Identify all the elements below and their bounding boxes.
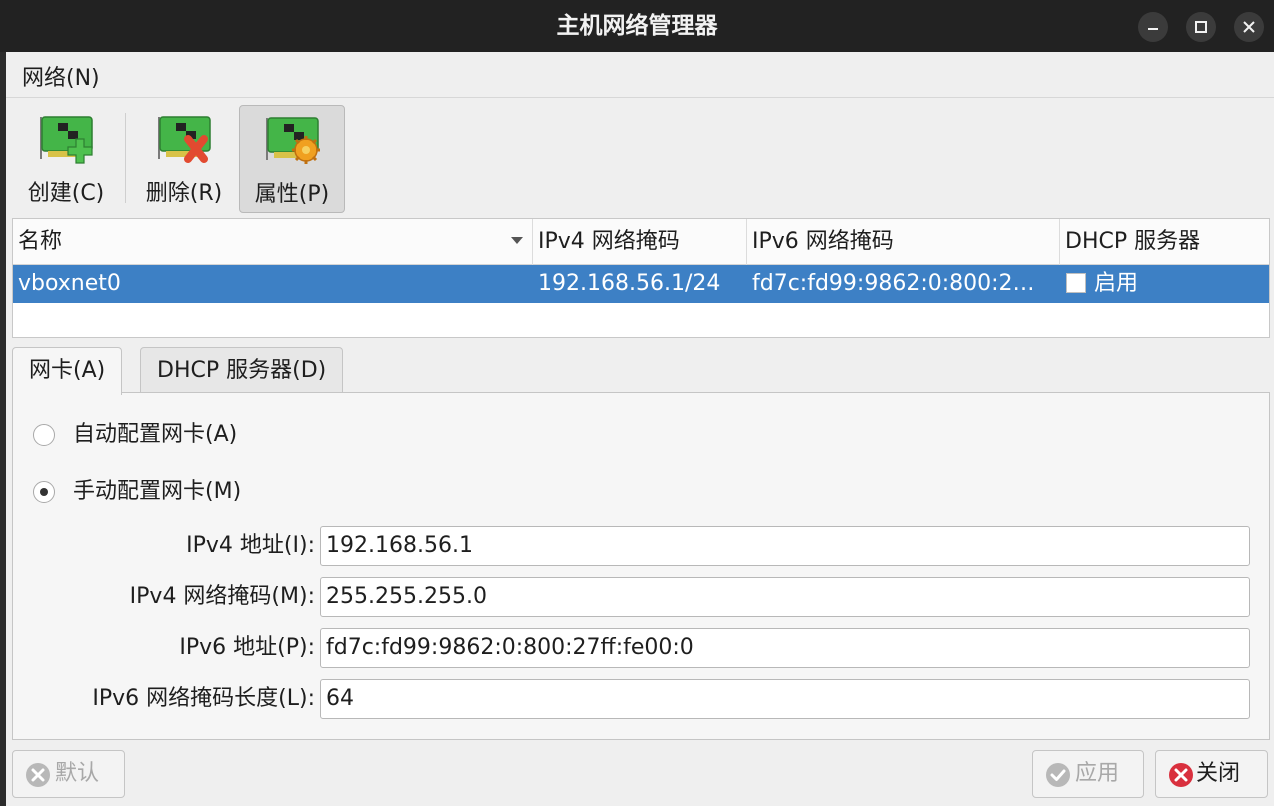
title-bar: 主机网络管理器 xyxy=(0,0,1274,52)
close-window-button[interactable] xyxy=(1234,12,1264,42)
column-header-name-label: 名称 xyxy=(18,229,63,254)
ipv6-address-input[interactable]: fd7c:fd99:9862:0:800:27ff:fe00:0 xyxy=(320,628,1250,668)
tab-adapter[interactable]: 网卡(A) xyxy=(12,347,123,395)
toolbar-separator xyxy=(125,113,126,203)
minimize-button[interactable] xyxy=(1138,12,1168,42)
column-header-ipv6-mask[interactable]: IPv6 网络掩码 xyxy=(747,219,1060,265)
column-header-dhcp[interactable]: DHCP 服务器 xyxy=(1060,219,1269,265)
table-header: 名称 IPv4 网络掩码 IPv6 网络掩码 DHCP 服务器 xyxy=(13,219,1269,265)
properties-label: 属性(P) xyxy=(254,182,330,207)
toolbar: 创建(C) 删除(R) 属性(P) xyxy=(6,99,1274,217)
ipv6-prefix-length-input[interactable]: 64 xyxy=(320,679,1250,719)
dhcp-enable-checkbox[interactable] xyxy=(1066,273,1086,293)
cell-dhcp: 启用 xyxy=(1060,265,1269,303)
minimize-icon xyxy=(1148,28,1158,30)
maximize-icon xyxy=(1195,21,1207,33)
delete-button[interactable]: 删除(R) xyxy=(134,105,234,213)
apply-label: 应用 xyxy=(1075,761,1120,786)
ipv4-mask-input[interactable]: 255.255.255.0 xyxy=(320,577,1250,617)
column-header-ipv4-mask[interactable]: IPv4 网络掩码 xyxy=(533,219,747,265)
ipv4-address-input[interactable]: 192.168.56.1 xyxy=(320,526,1250,566)
menu-bar: 网络(N) xyxy=(6,52,1274,98)
cell-ipv4-mask: 192.168.56.1/24 xyxy=(538,271,721,296)
cell-name: vboxnet0 xyxy=(18,271,121,296)
dhcp-enable-label: 启用 xyxy=(1094,271,1139,296)
adapter-panel: 自动配置网卡(A) 手动配置网卡(M) IPv4 地址(I): 192.168.… xyxy=(12,392,1270,740)
ipv6-address-label: IPv6 地址(P): xyxy=(179,635,315,660)
close-button[interactable]: 关闭 xyxy=(1155,750,1268,798)
menu-network[interactable]: 网络(N) xyxy=(22,60,100,92)
apply-button[interactable]: 应用 xyxy=(1032,750,1144,798)
table-row[interactable]: vboxnet0 192.168.56.1/24 fd7c:fd99:9862:… xyxy=(13,265,1269,303)
manual-config-radio[interactable] xyxy=(33,481,55,503)
checkmark-icon xyxy=(1046,763,1070,787)
auto-config-label: 自动配置网卡(A) xyxy=(73,422,238,447)
cancel-icon xyxy=(26,763,50,787)
network-card-settings-icon xyxy=(266,117,320,164)
tab-dhcp-server[interactable]: DHCP 服务器(D) xyxy=(140,347,344,393)
close-circle-icon xyxy=(1169,763,1193,787)
network-card-add-icon xyxy=(40,116,93,164)
reset-label: 默认 xyxy=(55,761,100,786)
network-card-remove-icon xyxy=(158,116,211,163)
delete-label: 删除(R) xyxy=(145,181,223,206)
ipv6-prefix-length-label: IPv6 网络掩码长度(L): xyxy=(92,686,315,711)
properties-button[interactable]: 属性(P) xyxy=(239,105,345,213)
manual-config-label: 手动配置网卡(M) xyxy=(73,479,242,504)
create-label: 创建(C) xyxy=(27,181,105,206)
cell-ipv6-mask: fd7c:fd99:9862:0:800:2… xyxy=(752,271,1035,296)
network-table: 名称 IPv4 网络掩码 IPv6 网络掩码 DHCP 服务器 vboxnet0… xyxy=(12,218,1270,338)
ipv4-address-label: IPv4 地址(I): xyxy=(186,533,315,558)
auto-config-radio[interactable] xyxy=(33,424,55,446)
window-title: 主机网络管理器 xyxy=(556,13,718,39)
create-button[interactable]: 创建(C) xyxy=(16,105,116,213)
host-network-manager-window: 网络(N) 创建(C) 删除(R) 属性(P) 名称 IPv4 网络掩码 IPv… xyxy=(6,52,1274,806)
close-icon xyxy=(1243,21,1255,33)
maximize-button[interactable] xyxy=(1186,12,1216,42)
column-header-name[interactable]: 名称 xyxy=(13,219,533,265)
reset-button[interactable]: 默认 xyxy=(12,750,125,798)
close-label: 关闭 xyxy=(1196,761,1241,786)
sort-descending-icon xyxy=(511,237,523,244)
ipv4-mask-label: IPv4 网络掩码(M): xyxy=(129,584,315,609)
tab-bar: 网卡(A) DHCP 服务器(D) xyxy=(12,345,1270,395)
